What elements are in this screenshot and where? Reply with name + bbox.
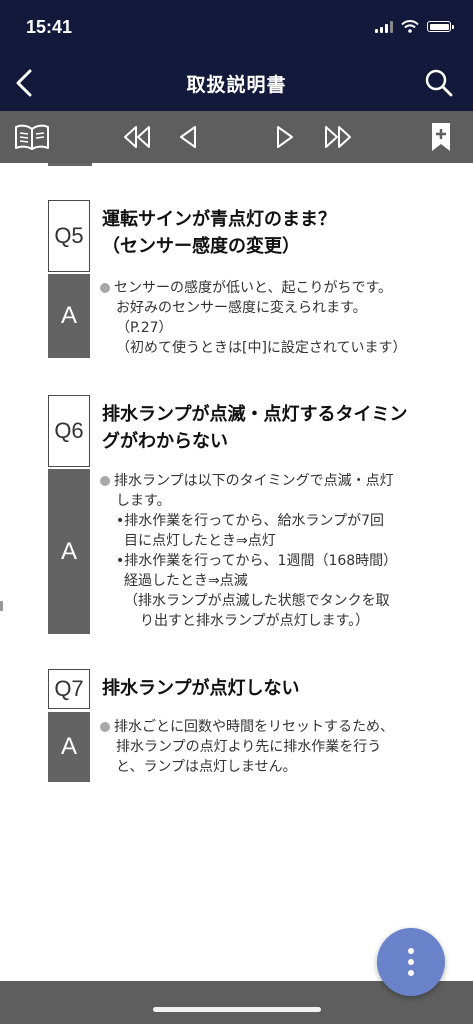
answer-line: します。	[116, 493, 171, 509]
question-line: （センサー感度の変更）	[102, 236, 300, 257]
answer-label: A	[48, 274, 90, 358]
answer-line: （初めて使うときは[中]に設定されています）	[116, 340, 407, 356]
more-menu-button[interactable]	[377, 928, 445, 996]
answer-text: 排水ごとに回数や時間をリセットするため、 排水ランプの点灯より先に排水作業を行う…	[100, 717, 450, 777]
answer-line: 排水ランプは以下のタイミングで点滅・点灯	[114, 473, 394, 489]
question-line: 運転サインが青点灯のまま？	[102, 209, 336, 230]
qa-item-q6: Q6 排水ランプが点滅・点灯するタイミン グがわからない A 排水ランプは以下の…	[48, 395, 448, 635]
prev-page-button[interactable]	[173, 111, 203, 163]
question-text: 排水ランプが点滅・点灯するタイミン グがわからない	[102, 401, 447, 455]
question-label: Q7	[48, 669, 90, 709]
question-line: 排水ランプが点灯しない	[102, 678, 300, 699]
answer-line: •排水作業を行ってから、1週間（168時間）	[116, 553, 398, 569]
bookmark-plus-icon	[432, 123, 450, 151]
question-label: Q5	[48, 200, 90, 272]
answer-text: センサーの感度が低いと、起こりがちです。 お好みのセンサー感度に変えられます。 …	[100, 278, 450, 358]
answer-line: と、ランプは点灯しません。	[116, 759, 297, 775]
scroll-edge-mark	[0, 601, 3, 611]
answer-line: お好みのセンサー感度に変えられます。	[116, 300, 367, 316]
answer-line: •排水作業を行ってから、給水ランプが7回	[116, 513, 385, 529]
manual-content[interactable]: Q5 運転サインが青点灯のまま？ （センサー感度の変更） A センサーの感度が低…	[0, 163, 473, 981]
answer-line: 経過したとき⇒点滅	[124, 573, 248, 589]
next-page-button[interactable]	[270, 111, 300, 163]
question-text: 運転サインが青点灯のまま？ （センサー感度の変更）	[102, 206, 447, 260]
qa-item-q5: Q5 運転サインが青点灯のまま？ （センサー感度の変更） A センサーの感度が低…	[48, 200, 448, 360]
qa-item-q7: Q7 排水ランプが点灯しない A 排水ごとに回数や時間をリセットするため、 排水…	[48, 669, 448, 785]
answer-line: 目に点灯したとき⇒点灯	[124, 533, 276, 549]
question-line: グがわからない	[102, 431, 228, 452]
search-icon[interactable]	[423, 67, 455, 99]
triangle-left-icon	[180, 126, 196, 148]
question-line: 排水ランプが点滅・点灯するタイミン	[102, 404, 408, 425]
cellular-signal-icon	[375, 20, 393, 33]
answer-line: り出すと排水ランプが点灯します。）	[140, 613, 370, 629]
answer-line: （排水ランプが点滅した状態でタンクを取	[124, 593, 390, 609]
book-icon	[15, 124, 49, 150]
bullet-dot-icon	[100, 722, 110, 732]
battery-icon	[427, 21, 454, 32]
answer-label: A	[48, 712, 90, 782]
question-text: 排水ランプが点灯しない	[102, 675, 447, 702]
bullet-dot-icon	[100, 476, 110, 486]
wifi-icon	[401, 20, 419, 33]
answer-line: 排水ランプの点灯より先に排水作業を行う	[116, 739, 382, 755]
double-triangle-right-icon	[325, 126, 351, 148]
question-label: Q6	[48, 395, 90, 467]
answer-line: （P.27）	[116, 320, 173, 336]
bullet-dot-icon	[100, 283, 110, 293]
more-vertical-icon	[408, 948, 414, 954]
answer-label: A	[48, 469, 90, 634]
first-page-button[interactable]	[120, 111, 154, 163]
app-header: 15:41 取扱説明書	[0, 0, 473, 111]
triangle-right-icon	[277, 126, 293, 148]
answer-text: 排水ランプは以下のタイミングで点滅・点灯 します。 •排水作業を行ってから、給水…	[100, 471, 450, 631]
status-time: 15:41	[26, 17, 73, 37]
status-indicators	[375, 20, 454, 33]
double-triangle-left-icon	[124, 126, 150, 148]
answer-line: 排水ごとに回数や時間をリセットするため、	[114, 719, 394, 735]
toc-button[interactable]	[12, 111, 52, 163]
page-title: 取扱説明書	[186, 74, 287, 96]
bookmark-button[interactable]	[428, 111, 454, 163]
last-page-button[interactable]	[321, 111, 355, 163]
reader-toolbar	[0, 111, 473, 163]
answer-line: センサーの感度が低いと、起こりがちです。	[114, 280, 393, 296]
home-indicator[interactable]	[153, 1007, 321, 1012]
previous-answer-box-edge	[48, 163, 92, 166]
